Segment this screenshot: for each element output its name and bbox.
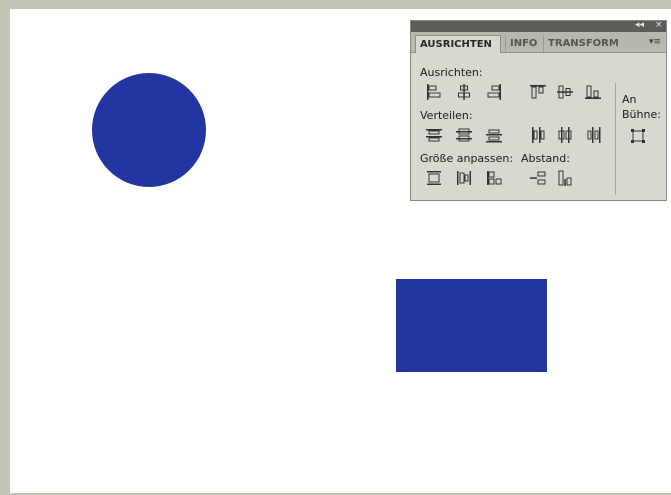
space-vertically-icon[interactable]: [529, 169, 547, 187]
panel-tabs: AUSRICHTEN INFO TRANSFORM ▾≡: [411, 32, 666, 53]
align-bottom-edges-icon[interactable]: [584, 83, 602, 101]
panel-menu-icon[interactable]: ▾≡: [649, 37, 661, 47]
panel-divider: [615, 83, 616, 195]
align-top-edges-icon[interactable]: [529, 83, 547, 101]
blue-circle-shape[interactable]: [92, 73, 206, 187]
align-to-stage-icon[interactable]: [629, 127, 647, 145]
distribute-hcenter-icon[interactable]: [556, 126, 574, 144]
distribute-bottom-icon[interactable]: [485, 126, 503, 144]
distribute-top-icon[interactable]: [425, 126, 443, 144]
collapse-icon[interactable]: ◂◂: [635, 20, 644, 31]
align-right-edges-icon[interactable]: [485, 83, 503, 101]
to-stage-label-line2: Bühne:: [622, 108, 661, 121]
match-width-icon[interactable]: [425, 169, 443, 187]
blue-rectangle-shape[interactable]: [396, 279, 547, 372]
align-horizontal-centers-icon[interactable]: [455, 83, 473, 101]
align-left-edges-icon[interactable]: [425, 83, 443, 101]
match-width-height-icon[interactable]: [485, 169, 503, 187]
tab-transform[interactable]: TRANSFORM: [543, 35, 621, 52]
tab-info[interactable]: INFO: [505, 35, 542, 52]
panel-titlebar[interactable]: ◂◂ ×: [411, 20, 666, 32]
align-panel: ◂◂ × AUSRICHTEN INFO TRANSFORM ▾≡ Ausric…: [410, 20, 667, 201]
spacing-section-label: Abstand:: [521, 152, 570, 165]
match-size-section-label: Größe anpassen:: [420, 152, 514, 165]
distribute-vcenter-icon[interactable]: [455, 126, 473, 144]
align-section-label: Ausrichten:: [420, 66, 483, 79]
distribute-left-icon[interactable]: [529, 126, 547, 144]
space-horizontally-icon[interactable]: [556, 169, 574, 187]
align-vertical-centers-icon[interactable]: [556, 83, 574, 101]
to-stage-label-line1: An: [622, 93, 637, 106]
distribute-right-icon[interactable]: [584, 126, 602, 144]
match-height-icon[interactable]: [455, 169, 473, 187]
close-icon[interactable]: ×: [655, 20, 663, 31]
distribute-section-label: Verteilen:: [420, 109, 473, 122]
tab-ausrichten[interactable]: AUSRICHTEN: [415, 35, 501, 53]
